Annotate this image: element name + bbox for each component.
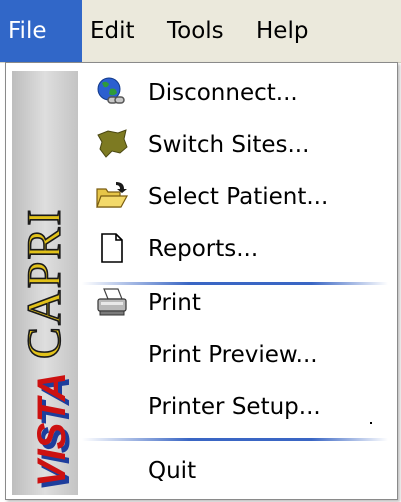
menu-item-label: Quit bbox=[148, 458, 197, 484]
menu-help[interactable]: Help bbox=[256, 0, 308, 62]
globe-network-icon bbox=[94, 75, 130, 109]
open-folder-icon bbox=[94, 179, 130, 213]
menu-item-label: Printer Setup... bbox=[148, 394, 321, 420]
menu-item-reports[interactable]: Reports... bbox=[82, 223, 392, 275]
menu-item-label: Switch Sites... bbox=[148, 132, 310, 158]
menu-item-print[interactable]: Print bbox=[82, 277, 392, 329]
menu-item-label: Reports... bbox=[148, 236, 259, 262]
menu-item-printer-setup[interactable]: Printer Setup... bbox=[82, 381, 392, 433]
menu-item-select-patient[interactable]: Select Patient... bbox=[82, 171, 392, 223]
menu-edit[interactable]: Edit bbox=[90, 0, 135, 62]
vista-logo-text: VISTA bbox=[30, 372, 74, 487]
menu-item-disconnect[interactable]: Disconnect... bbox=[82, 67, 392, 119]
menu-item-label: Select Patient... bbox=[148, 184, 329, 210]
menu-item-label: Print bbox=[148, 290, 201, 316]
menu-bar: File Edit Tools Help bbox=[0, 0, 401, 63]
menu-item-print-preview[interactable]: Print Preview... bbox=[82, 329, 392, 381]
menu-item-switch-sites[interactable]: Switch Sites... bbox=[82, 119, 392, 171]
menu-item-quit[interactable]: Quit bbox=[82, 445, 392, 497]
blank-document-icon bbox=[94, 231, 130, 265]
menu-item-label: Print Preview... bbox=[148, 342, 318, 368]
file-menu-dropdown: CAPRI VISTA VISTA Disconnect... Switch S… bbox=[5, 62, 398, 500]
menu-file[interactable]: File bbox=[0, 0, 82, 62]
menu-separator bbox=[82, 438, 388, 441]
stray-pixel bbox=[370, 422, 372, 424]
printer-icon bbox=[94, 285, 130, 319]
menu-item-label: Disconnect... bbox=[148, 80, 298, 106]
capri-logo-text: CAPRI bbox=[18, 208, 71, 359]
menu-tools[interactable]: Tools bbox=[167, 0, 224, 62]
map-region-icon bbox=[94, 127, 130, 161]
vista-capri-logo: CAPRI VISTA VISTA bbox=[12, 71, 78, 495]
